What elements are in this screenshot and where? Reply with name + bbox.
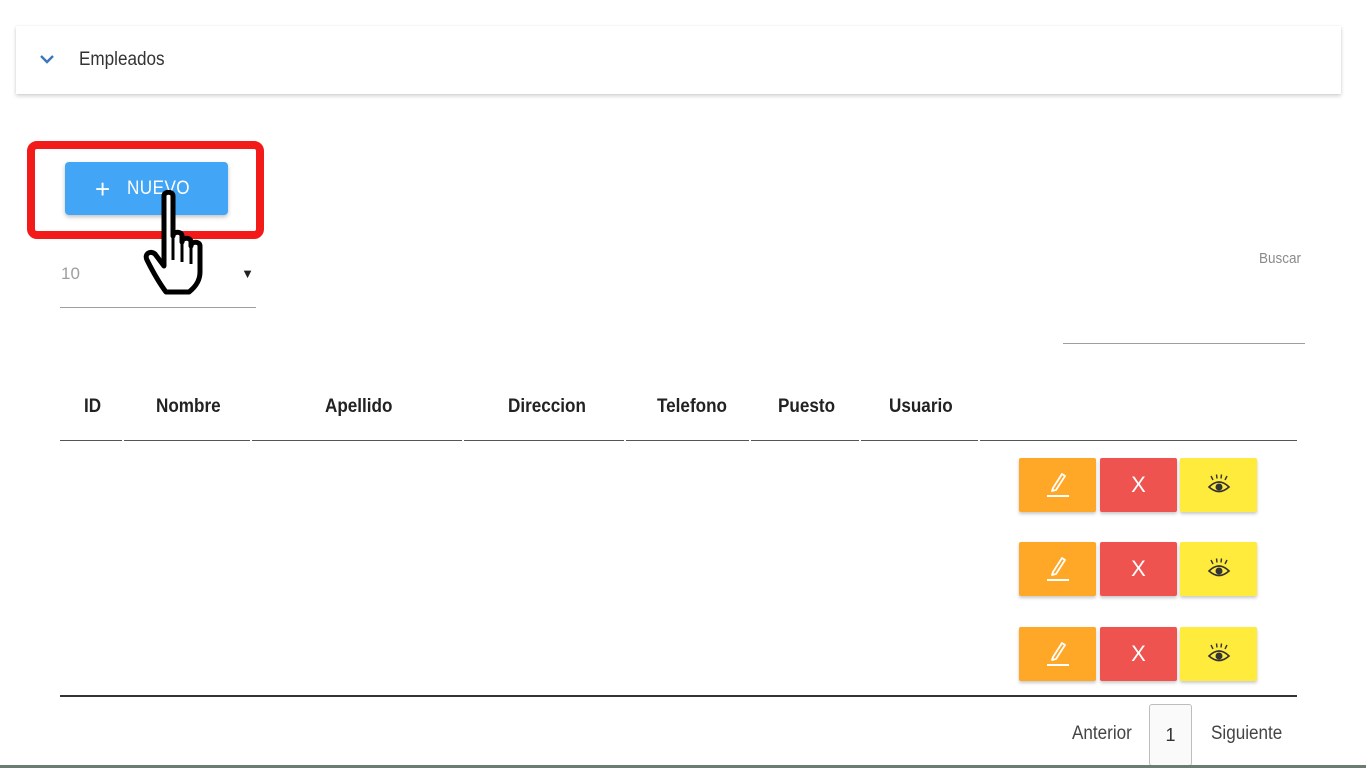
column-header-nombre[interactable]: Nombre xyxy=(156,396,221,418)
view-button[interactable] xyxy=(1180,627,1257,681)
dropdown-caret-icon: ▼ xyxy=(241,266,254,281)
delete-button[interactable]: X xyxy=(1100,542,1177,596)
pencil-icon xyxy=(1046,473,1069,497)
pagination-previous[interactable]: Anterior xyxy=(1072,723,1132,745)
panel-header-empleados[interactable]: Empleados xyxy=(16,26,1341,94)
header-underline xyxy=(464,440,624,441)
delete-label: X xyxy=(1131,472,1146,497)
edit-button[interactable] xyxy=(1019,458,1096,512)
header-underline xyxy=(980,440,1297,441)
panel-title: Empleados xyxy=(79,49,165,70)
page-size-value: 10 xyxy=(61,264,80,283)
delete-label: X xyxy=(1131,556,1146,581)
column-header-direccion[interactable]: Direccion xyxy=(508,396,586,418)
pencil-icon xyxy=(1046,557,1069,581)
delete-button[interactable]: X xyxy=(1100,458,1177,512)
header-underline xyxy=(861,440,978,441)
plus-icon: + xyxy=(95,173,111,204)
table-bottom-border xyxy=(60,695,1297,697)
chevron-down-icon[interactable] xyxy=(39,52,55,70)
column-header-usuario[interactable]: Usuario xyxy=(889,396,953,418)
header-underline xyxy=(124,440,250,441)
eye-icon xyxy=(1207,643,1230,662)
column-header-telefono[interactable]: Telefono xyxy=(657,396,727,418)
edit-button[interactable] xyxy=(1019,627,1096,681)
pagination-page-1[interactable]: 1 xyxy=(1149,704,1192,766)
pencil-icon xyxy=(1046,642,1069,666)
header-underline xyxy=(60,440,122,441)
edit-button[interactable] xyxy=(1019,542,1096,596)
header-underline xyxy=(626,440,749,441)
column-header-id[interactable]: ID xyxy=(84,396,101,418)
header-underline xyxy=(252,440,462,441)
column-header-puesto[interactable]: Puesto xyxy=(778,396,835,418)
eye-icon xyxy=(1207,474,1230,493)
pagination-next[interactable]: Siguiente xyxy=(1211,723,1282,745)
view-button[interactable] xyxy=(1180,542,1257,596)
pointer-hand-icon xyxy=(143,190,203,295)
header-underline xyxy=(751,440,859,441)
eye-icon xyxy=(1207,558,1230,577)
search-label: Buscar xyxy=(1259,250,1302,267)
column-header-apellido[interactable]: Apellido xyxy=(325,396,392,418)
delete-button[interactable]: X xyxy=(1100,627,1177,681)
view-button[interactable] xyxy=(1180,458,1257,512)
delete-label: X xyxy=(1131,641,1146,666)
search-input[interactable] xyxy=(1063,296,1305,344)
